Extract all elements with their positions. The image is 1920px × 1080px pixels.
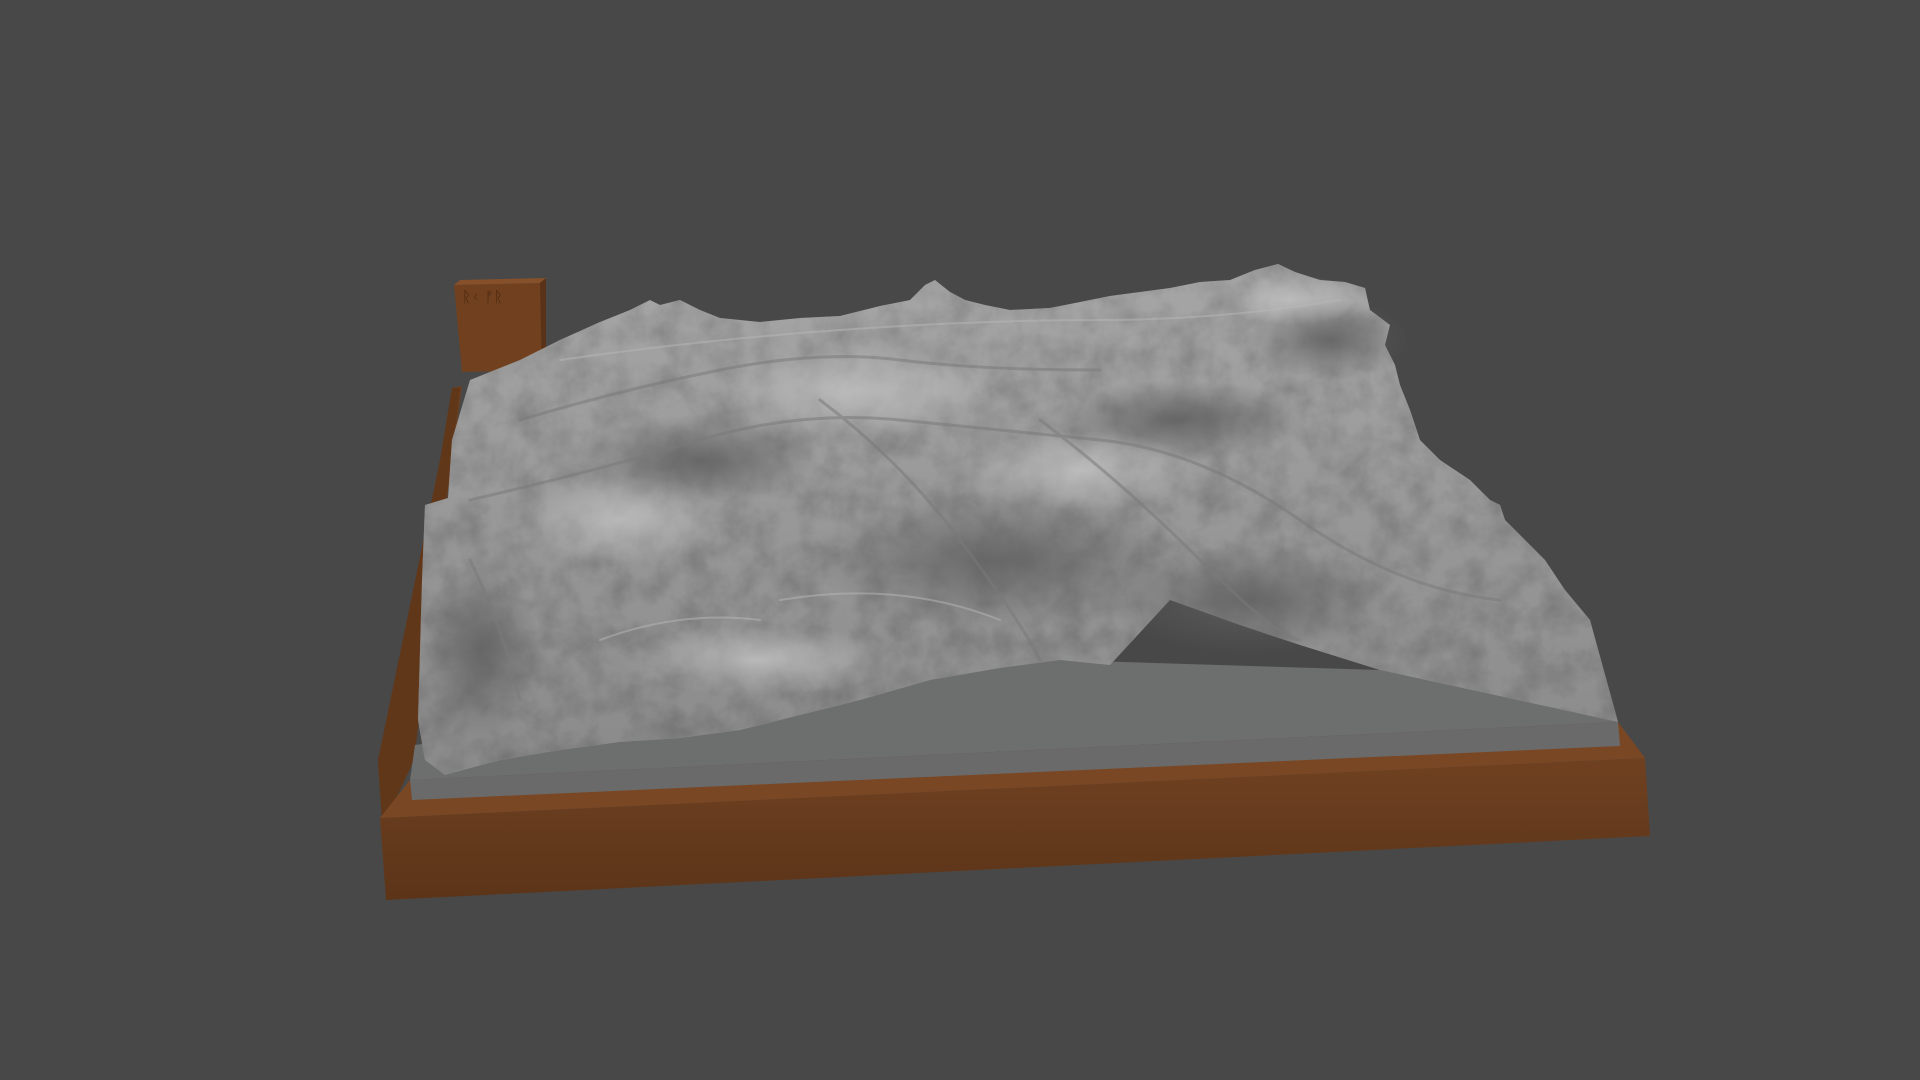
label-block-glyphs: ᚱᚲ ᚠᚱ (462, 288, 503, 306)
terrain-relief (410, 264, 1620, 800)
3d-viewport[interactable]: ᚱᚲ ᚠᚱ (0, 0, 1920, 1080)
terrain-model-scene: ᚱᚲ ᚠᚱ (378, 264, 1650, 900)
